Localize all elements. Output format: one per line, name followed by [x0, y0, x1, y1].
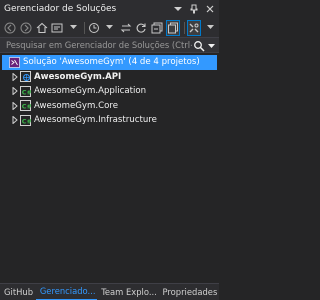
- pin-button[interactable]: [187, 2, 201, 16]
- web-project-icon: [19, 71, 31, 83]
- search-bar: [0, 37, 219, 53]
- home-icon: [36, 22, 47, 33]
- search-options-dropdown[interactable]: [206, 40, 216, 52]
- switch-views-button[interactable]: [50, 20, 64, 36]
- expand-icon[interactable]: [10, 100, 19, 112]
- chevron-down-icon: [207, 43, 215, 48]
- window-title: Gerenciador de Soluções: [4, 4, 117, 14]
- show-all-files-button[interactable]: [166, 19, 181, 36]
- pending-changes-dropdown[interactable]: [103, 20, 117, 36]
- tree-item-project[interactable]: C# AwesomeGym.Infrastructure: [0, 113, 219, 128]
- search-button[interactable]: [193, 40, 205, 52]
- sync-icon: [120, 23, 131, 32]
- window-position-dropdown-button[interactable]: [171, 2, 185, 16]
- solution-tree: Solução 'AwesomeGym' (4 de 4 projetos) A…: [0, 55, 219, 128]
- refresh-button[interactable]: [134, 20, 148, 36]
- expand-icon[interactable]: [10, 71, 19, 83]
- history-icon: [88, 22, 99, 33]
- search-icon: [194, 41, 205, 52]
- expand-icon[interactable]: [10, 85, 19, 97]
- project-label: AwesomeGym.API: [34, 71, 122, 82]
- csharp-project-icon: C#: [19, 85, 31, 97]
- properties-dropdown[interactable]: [203, 20, 217, 36]
- collapse-all-icon: [151, 22, 163, 33]
- chevron-down-icon: [206, 25, 214, 29]
- sync-with-active-document-button[interactable]: [119, 20, 133, 36]
- switch-views-dropdown[interactable]: [66, 20, 80, 36]
- toolbar-separator: [184, 21, 186, 34]
- tree-item-solution[interactable]: Solução 'AwesomeGym' (4 de 4 projetos): [2, 55, 217, 70]
- project-label: AwesomeGym.Core: [34, 100, 118, 111]
- tree-item-project[interactable]: AwesomeGym.API: [0, 70, 219, 85]
- expand-icon[interactable]: [10, 114, 19, 126]
- tab-team-explorer[interactable]: Team Explo...: [97, 284, 158, 300]
- wrench-icon: [189, 23, 199, 32]
- tree-item-project[interactable]: C# AwesomeGym.Application: [0, 84, 219, 99]
- forward-button[interactable]: [19, 20, 33, 36]
- pin-icon: [190, 4, 198, 14]
- tab-properties[interactable]: Propriedades: [159, 284, 220, 300]
- chevron-down-icon: [174, 7, 182, 11]
- collapse-all-button[interactable]: [150, 20, 164, 36]
- close-icon: [206, 5, 214, 13]
- search-input[interactable]: [6, 40, 192, 50]
- solution-label: Solução 'AwesomeGym' (4 de 4 projetos): [23, 57, 200, 68]
- chevron-down-icon: [69, 25, 77, 29]
- pending-changes-filter-button[interactable]: [87, 20, 101, 36]
- project-label: AwesomeGym.Infrastructure: [34, 115, 157, 126]
- svg-text:C#: C#: [21, 88, 30, 96]
- csharp-project-icon: C#: [19, 100, 31, 112]
- bottom-tab-strip: GitHub Gerenciado... Team Explo... Propr…: [0, 283, 219, 300]
- tab-github[interactable]: GitHub: [0, 284, 36, 300]
- project-label: AwesomeGym.Application: [34, 86, 147, 97]
- switch-views-icon: [51, 23, 63, 32]
- svg-text:C#: C#: [21, 117, 30, 125]
- svg-text:C#: C#: [21, 103, 30, 111]
- close-button[interactable]: [203, 2, 217, 16]
- back-icon: [4, 22, 16, 33]
- back-button[interactable]: [3, 20, 17, 36]
- solution-icon: [8, 56, 20, 68]
- tab-solution-explorer[interactable]: Gerenciado...: [35, 284, 98, 300]
- solution-explorer-toolbar: [0, 18, 219, 37]
- chevron-down-icon: [106, 25, 114, 29]
- title-bar: Gerenciador de Soluções: [0, 0, 219, 18]
- refresh-icon: [136, 23, 146, 33]
- csharp-project-icon: C#: [19, 114, 31, 126]
- properties-button[interactable]: [187, 19, 202, 36]
- tree-item-project[interactable]: C# AwesomeGym.Core: [0, 99, 219, 114]
- home-button[interactable]: [35, 20, 49, 36]
- show-all-files-icon: [168, 22, 179, 33]
- forward-icon: [20, 22, 32, 33]
- toolbar-separator: [84, 21, 85, 34]
